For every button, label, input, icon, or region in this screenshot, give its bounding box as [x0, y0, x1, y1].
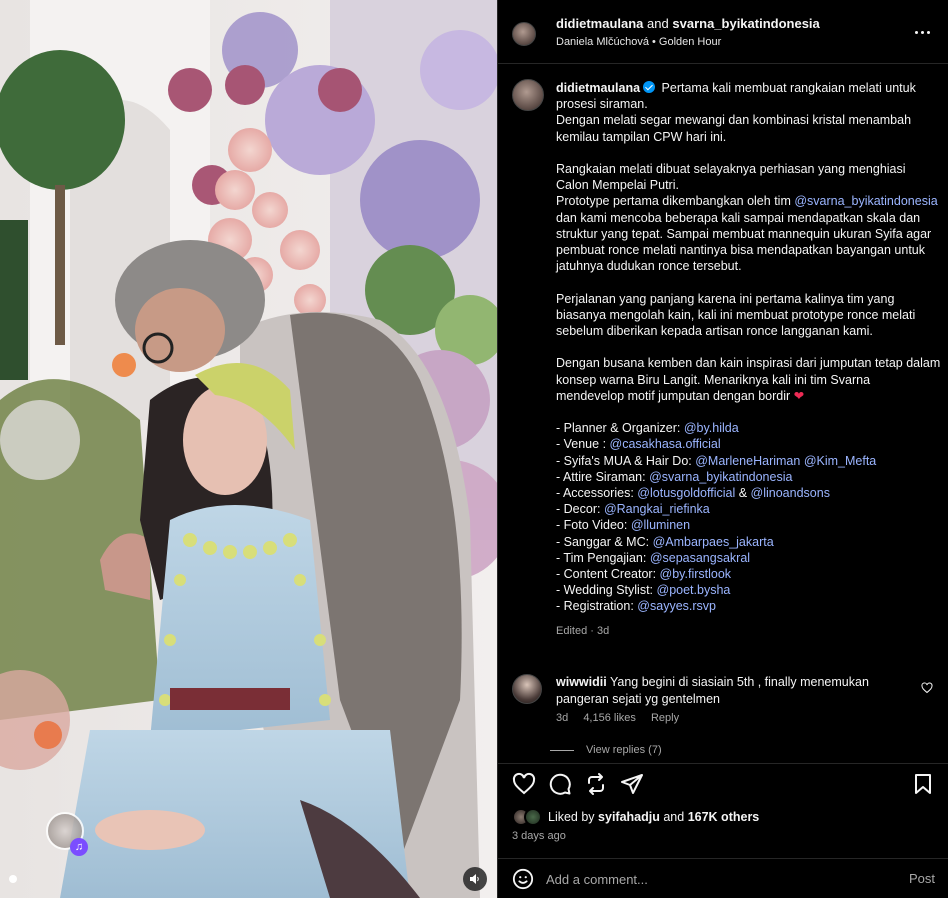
credit-mention[interactable]: @sayyes.rsvp [637, 599, 716, 613]
comment-meta: 3d 4,156 likes Reply [556, 712, 691, 724]
credit-line: - Tim Pengajian: @sepasangsakral [556, 550, 941, 566]
credit-line: - Registration: @sayyes.rsvp [556, 598, 941, 614]
commenter-username[interactable]: wiwwidii [556, 675, 607, 689]
caption-username[interactable]: didietmaulana [556, 81, 640, 95]
collaborator-username[interactable]: svarna_byikatindonesia [672, 16, 819, 31]
caption-paragraph-2b: Prototype pertama dikembangkan oleh tim [556, 194, 791, 209]
credit-label: - Sanggar & MC: [556, 534, 650, 549]
credit-mention[interactable]: @by.hilda [684, 421, 739, 435]
credit-label: - Wedding Stylist: [556, 583, 654, 598]
credit-mention[interactable]: @lotusgoldofficial [637, 486, 735, 500]
edited-timestamp: Edited · 3d [556, 624, 610, 637]
credit-line: - Wedding Stylist: @poet.bysha [556, 582, 941, 598]
post-video[interactable]: ♫ [0, 0, 497, 898]
more-options-button[interactable] [911, 22, 933, 42]
credit-line: - Foto Video: @lluminen [556, 517, 941, 533]
credit-label: - Registration: [556, 599, 634, 614]
post-header: didietmaulana and svarna_byikatindonesia… [498, 0, 948, 64]
comment-like-heart-icon[interactable] [921, 682, 933, 694]
credit-line: - Venue : @casakhasa.official [556, 436, 941, 452]
credit-mention[interactable]: @svarna_byikatindonesia [649, 470, 792, 484]
caption-paragraph-3: Perjalanan yang panjang karena ini perta… [556, 291, 916, 339]
video-frame-illustration [0, 0, 497, 898]
comment-bubble-icon[interactable] [548, 772, 572, 796]
comment-likes-count[interactable]: 4,156 likes [583, 712, 636, 724]
credit-line: - Syifa's MUA & Hair Do: @MarleneHariman… [556, 453, 941, 469]
likes-summary: Liked by syifahadju and 167K others [512, 808, 932, 828]
likes-count[interactable]: 167K others [688, 810, 760, 824]
credit-label: - Venue : [556, 437, 607, 452]
save-bookmark-icon[interactable] [911, 772, 935, 796]
credit-line: - Attire Siraman: @svarna_byikatindonesi… [556, 469, 941, 485]
caption-paragraph-2a: Rangkaian melati dibuat selayaknya perhi… [556, 162, 906, 193]
credit-label: - Planner & Organizer: [556, 421, 681, 436]
credit-line: - Content Creator: @by.firstlook [556, 566, 941, 582]
instagram-post-view: ♫ didietmaulana and svarna_byikatindones… [0, 0, 948, 898]
credit-mention[interactable]: @Rangkai_riefinka [604, 502, 710, 516]
credit-line: - Planner & Organizer: @by.hilda [556, 420, 941, 436]
like-heart-icon[interactable] [512, 772, 536, 796]
post-date[interactable]: 3 days ago [512, 830, 566, 842]
credit-line: - Decor: @Rangkai_riefinka [556, 501, 941, 517]
credit-mention[interactable]: @lluminen [631, 518, 690, 532]
credit-label: - Syifa's MUA & Hair Do: [556, 453, 692, 468]
view-replies-label: View replies (7) [586, 744, 662, 756]
emoji-smiley-icon[interactable] [512, 868, 534, 890]
likes-text: Liked by syifahadju and 167K others [548, 810, 759, 824]
credit-mention[interactable]: @linoandsons [751, 486, 830, 500]
comments-scroll-area[interactable]: didietmaulana Pertama kali membuat rangk… [498, 64, 948, 763]
share-send-icon[interactable] [620, 772, 644, 796]
mute-button[interactable] [463, 867, 487, 891]
credit-mention[interactable]: @casakhasa.official [610, 437, 721, 451]
caption-paragraph-4: Dengan busana kemben dan kain inspirasi … [556, 356, 941, 403]
author-avatar[interactable] [512, 22, 536, 46]
credits-list: - Planner & Organizer: @by.hilda - Venue … [556, 420, 941, 614]
liker-avatar-2[interactable] [524, 808, 542, 826]
credit-separator: & [735, 486, 751, 501]
likes-mid: and [663, 810, 685, 824]
post-actions-bar [498, 763, 948, 799]
credit-line: - Accessories: @lotusgoldofficial & @lin… [556, 485, 941, 501]
post-caption: didietmaulana Pertama kali membuat rangk… [556, 80, 941, 639]
credit-mention[interactable]: @Ambarpaes_jakarta [653, 535, 774, 549]
credit-label: - Content Creator: [556, 567, 657, 582]
author-username[interactable]: didietmaulana [556, 16, 643, 31]
comment-body: wiwwidii Yang begini di siasiain 5th , f… [556, 674, 911, 707]
credit-mention[interactable]: @sepasangsakral [650, 551, 750, 565]
credit-mention[interactable]: @by.firstlook [660, 567, 732, 581]
likes-prefix: Liked by [548, 810, 595, 824]
caption-paragraph-2c: dan kami mencoba beberapa kali sampai me… [556, 210, 932, 274]
commenter-avatar[interactable] [512, 674, 542, 704]
credit-mention[interactable]: @MarleneHariman [695, 454, 800, 468]
authors-conjunction: and [647, 16, 669, 31]
caption-mention-svarna[interactable]: @svarna_byikatindonesia [794, 194, 937, 208]
credit-line: - Sanggar & MC: @Ambarpaes_jakarta [556, 534, 941, 550]
liker-username[interactable]: syifahadju [598, 810, 660, 824]
credit-label: - Accessories: [556, 486, 634, 501]
post-authors: didietmaulana and svarna_byikatindonesia [556, 16, 820, 31]
audio-track-link[interactable]: Daniela Mlčúchová • Golden Hour [556, 36, 721, 48]
credit-mention[interactable]: @poet.bysha [657, 583, 731, 597]
red-heart-emoji: ❤ [793, 388, 805, 403]
post-comment-button[interactable]: Post [909, 871, 935, 886]
credit-label: - Foto Video: [556, 518, 628, 533]
post-details-panel: didietmaulana and svarna_byikatindonesia… [497, 0, 948, 898]
audio-badge-icon: ♫ [70, 838, 88, 856]
comment-reply-button[interactable]: Reply [651, 712, 679, 724]
credit-label: - Tim Pengajian: [556, 550, 647, 565]
view-replies-button[interactable]: View replies (7) [550, 744, 662, 756]
credit-mention[interactable]: @Kim_Mefta [804, 454, 876, 468]
comment-age: 3d [556, 712, 569, 724]
repost-icon[interactable] [584, 772, 608, 796]
add-comment-bar: Post [498, 858, 948, 898]
video-scrubber-handle[interactable] [9, 875, 17, 883]
credit-label: - Decor: [556, 502, 601, 517]
caption-author-avatar[interactable] [512, 79, 544, 111]
comment-input[interactable] [546, 869, 886, 889]
caption-paragraph-1: Dengan melati segar mewangi dan kombinas… [556, 113, 912, 144]
credit-label: - Attire Siraman: [556, 469, 646, 484]
speaker-icon [470, 874, 479, 884]
verified-badge-icon [643, 81, 656, 93]
